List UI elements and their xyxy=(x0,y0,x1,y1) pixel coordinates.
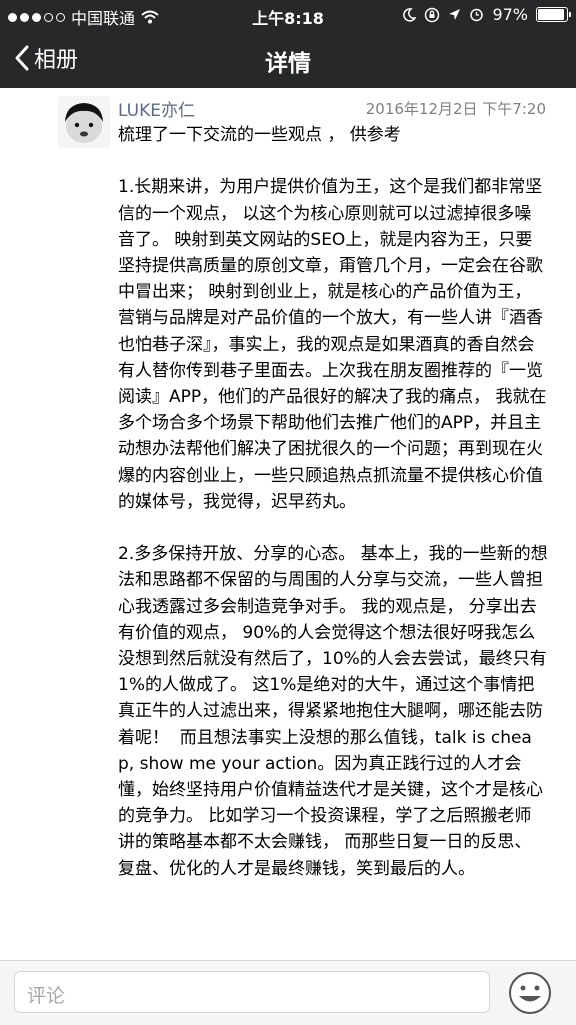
battery-percent: 97% xyxy=(492,5,528,24)
comment-input[interactable]: 评论 xyxy=(14,971,490,1013)
page-title: 详情 xyxy=(265,51,311,77)
status-bar: 中国联通 上午8:18 97% xyxy=(0,0,576,30)
emoji-face-icon[interactable] xyxy=(508,971,552,1015)
moon-icon xyxy=(403,7,417,22)
post-timestamp: 2016年12月2日 下午7:20 xyxy=(365,100,546,118)
avatar-face-icon xyxy=(58,96,110,148)
post-body: 梳理了一下交流的一些观点 ， 供参考 1.长期来讲，为用户提供价值为王，这个是我… xyxy=(118,125,548,879)
author-name[interactable]: LUKE亦仁 xyxy=(118,96,195,121)
battery-icon xyxy=(536,7,571,22)
navigation-bar: 相册 详情 xyxy=(0,30,576,88)
comment-bar: 评论 xyxy=(0,960,576,1025)
avatar[interactable] xyxy=(58,96,110,148)
rotation-lock-icon xyxy=(425,7,440,22)
moment-post: LUKE亦仁 2016年12月2日 下午7:20 梳理了一下交流的一些观点 ， … xyxy=(0,88,576,960)
location-arrow-icon xyxy=(449,9,461,20)
alarm-icon xyxy=(470,8,484,22)
